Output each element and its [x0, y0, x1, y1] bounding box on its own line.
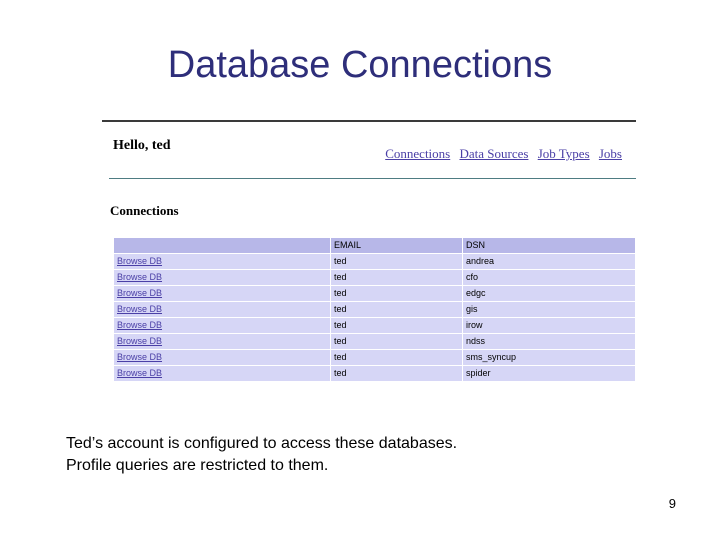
- table-cell-action: Browse DB: [114, 302, 330, 317]
- browse-db-link[interactable]: Browse DB: [117, 256, 162, 266]
- section-heading: Connections: [110, 203, 179, 218]
- column-header-dsn: DSN: [463, 238, 635, 253]
- top-divider: [102, 120, 636, 122]
- table-header-row: EMAIL DSN: [114, 238, 635, 253]
- slide-caption: Ted’s account is configured to access th…: [66, 433, 457, 477]
- slide-title: Database Connections: [167, 44, 553, 86]
- nav-link-job-types[interactable]: Job Types: [538, 146, 590, 161]
- table-cell-dsn: sms_syncup: [463, 350, 635, 365]
- table-cell-dsn: gis: [463, 302, 635, 317]
- table-cell-email: ted: [331, 318, 462, 333]
- caption-line: Ted’s account is configured to access th…: [66, 435, 458, 452]
- table-cell-dsn: edgc: [463, 286, 635, 301]
- table-row: Browse DB ted irow: [114, 318, 635, 333]
- table-cell-action: Browse DB: [114, 286, 330, 301]
- table-cell-dsn: ndss: [463, 334, 635, 349]
- app-screenshot: Hello, ted Connections Data Sources Job …: [102, 118, 638, 393]
- page-number: 9: [668, 496, 676, 511]
- nav-link-jobs[interactable]: Jobs: [599, 146, 622, 161]
- table-row: Browse DB ted cfo: [114, 270, 635, 285]
- table-cell-action: Browse DB: [114, 254, 330, 269]
- table-cell-dsn: andrea: [463, 254, 635, 269]
- table-cell-email: ted: [331, 350, 462, 365]
- table-cell-dsn: cfo: [463, 270, 635, 285]
- connections-table: EMAIL DSN Browse DB ted andrea Browse DB…: [113, 237, 636, 382]
- table-row: Browse DB ted gis: [114, 302, 635, 317]
- browse-db-link[interactable]: Browse DB: [117, 272, 162, 282]
- greeting-text: Hello, ted: [113, 138, 171, 153]
- table-row: Browse DB ted sms_syncup: [114, 350, 635, 365]
- browse-db-link[interactable]: Browse DB: [117, 336, 162, 346]
- nav-link-data-sources[interactable]: Data Sources: [459, 146, 528, 161]
- table-cell-email: ted: [331, 334, 462, 349]
- table-cell-email: ted: [331, 270, 462, 285]
- table-cell-email: ted: [331, 366, 462, 381]
- table-cell-action: Browse DB: [114, 366, 330, 381]
- column-header-email: EMAIL: [331, 238, 462, 253]
- table-cell-dsn: irow: [463, 318, 635, 333]
- table-row: Browse DB ted andrea: [114, 254, 635, 269]
- browse-db-link[interactable]: Browse DB: [117, 368, 162, 378]
- top-nav: Connections Data Sources Job Types Jobs: [379, 146, 622, 162]
- table-cell-action: Browse DB: [114, 350, 330, 365]
- table-cell-action: Browse DB: [114, 334, 330, 349]
- nav-link-connections[interactable]: Connections: [385, 146, 450, 161]
- table-cell-email: ted: [331, 286, 462, 301]
- caption-line: Profile queries are restricted to them.: [66, 457, 329, 474]
- browse-db-link[interactable]: Browse DB: [117, 320, 162, 330]
- table-cell-email: ted: [331, 302, 462, 317]
- table-cell-action: Browse DB: [114, 318, 330, 333]
- browse-db-link[interactable]: Browse DB: [117, 304, 162, 314]
- table-cell-action: Browse DB: [114, 270, 330, 285]
- table-cell-email: ted: [331, 254, 462, 269]
- table-row: Browse DB ted spider: [114, 366, 635, 381]
- table-row: Browse DB ted edgc: [114, 286, 635, 301]
- browse-db-link[interactable]: Browse DB: [117, 352, 162, 362]
- table-row: Browse DB ted ndss: [114, 334, 635, 349]
- table-cell-dsn: spider: [463, 366, 635, 381]
- column-header-action: [114, 238, 330, 253]
- header-divider: [109, 178, 636, 179]
- browse-db-link[interactable]: Browse DB: [117, 288, 162, 298]
